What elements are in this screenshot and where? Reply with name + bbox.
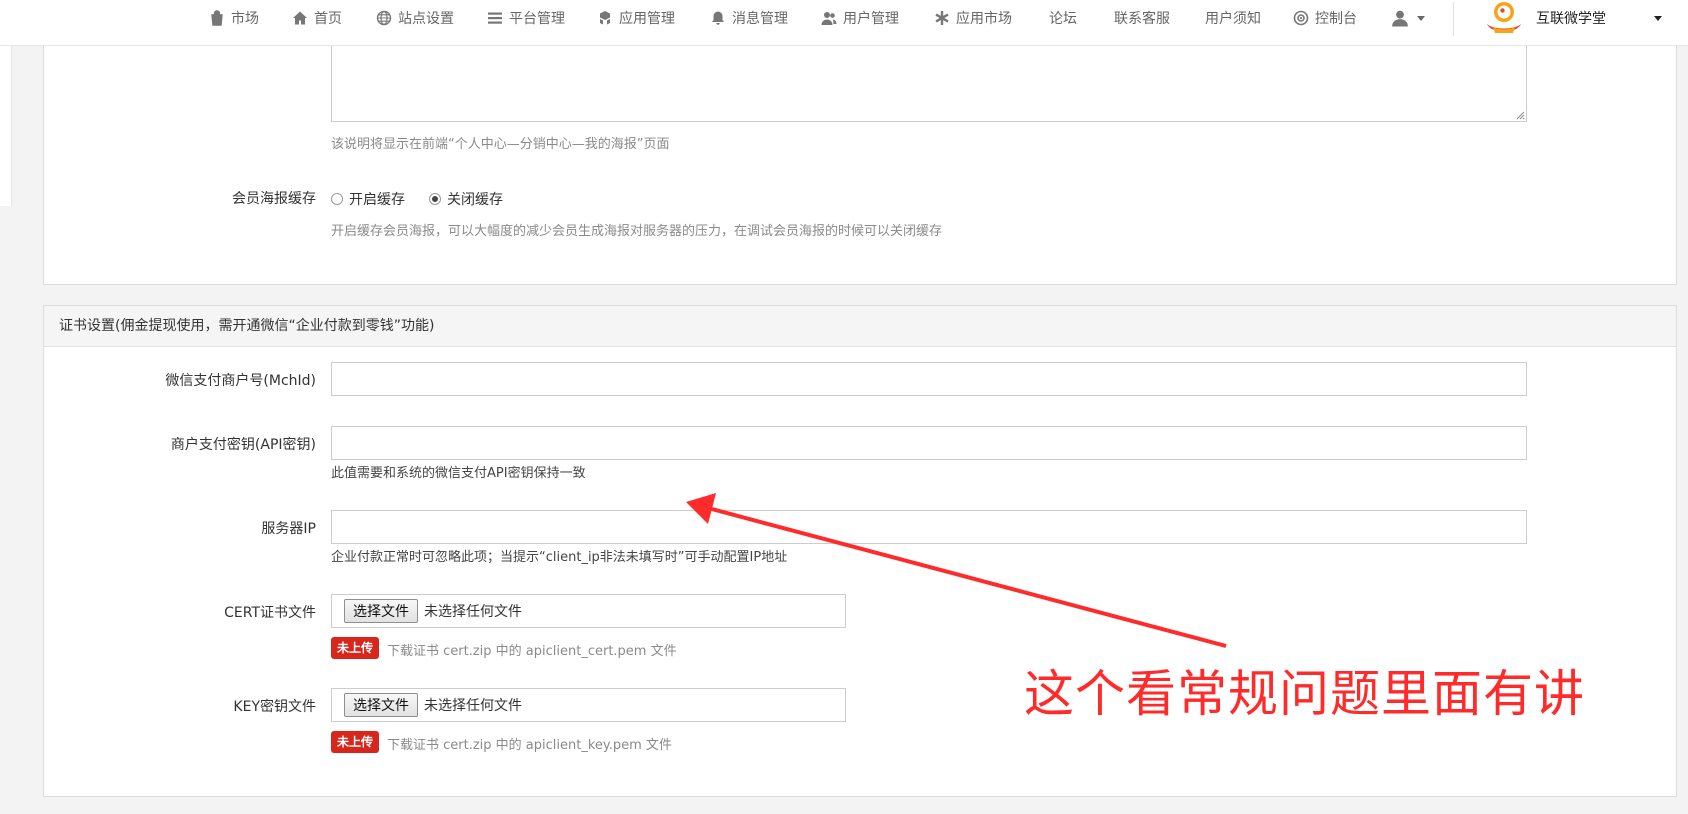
bag-icon <box>211 10 223 26</box>
nav-item-users[interactable]: 用户管理 <box>821 0 899 36</box>
apikey-input[interactable] <box>331 426 1527 460</box>
apikey-help: 此值需要和系统的微信支付API密钥保持一致 <box>331 466 586 481</box>
nav-item-label: 应用管理 <box>619 11 675 27</box>
nav-item-home[interactable]: 首页 <box>292 0 342 36</box>
dashboard-icon <box>1293 10 1309 26</box>
top-navbar: 市场 首页 站点设置 平台管理 应用管理 消息管理 用户管理 应用市场 论坛 联… <box>0 0 1688 46</box>
nav-item-label: 市场 <box>231 11 259 27</box>
poster-cache-help: 开启缓存会员海报，可以大幅度的减少会员生成海报对服务器的压力，在调试会员海报的时… <box>331 224 943 239</box>
sidebar-edge <box>0 46 12 206</box>
nav-item-label: 平台管理 <box>509 11 565 27</box>
panel-heading: 证书设置(佣金提现使用，需开通微信“企业付款到零钱”功能) <box>44 306 1676 347</box>
cubes-icon <box>600 11 610 25</box>
brand-name: 互联微学堂 <box>1536 11 1606 27</box>
resize-grip-icon[interactable] <box>1515 110 1525 120</box>
nav-item-support[interactable]: 联系客服 <box>1114 0 1170 36</box>
apikey-label: 商户支付密钥(API密钥) <box>170 437 316 453</box>
brand-logo-icon <box>1487 2 1521 33</box>
nav-item-label: 联系客服 <box>1114 11 1170 27</box>
cache-enable-radio[interactable]: 开启缓存 <box>331 189 405 209</box>
cert-file-help: 下载证书 cert.zip 中的 apiclient_cert.pem 文件 <box>387 644 677 659</box>
file-status-text: 未选择任何文件 <box>424 698 522 714</box>
nav-item-site-settings[interactable]: 站点设置 <box>376 0 454 36</box>
radio-icon <box>331 193 343 205</box>
nav-item-platform[interactable]: 平台管理 <box>487 0 565 36</box>
cache-disable-radio[interactable]: 关闭缓存 <box>429 189 503 209</box>
choose-file-button[interactable]: 选择文件 <box>344 599 418 623</box>
cert-file-label: CERT证书文件 <box>224 605 316 621</box>
user-icon <box>1392 10 1408 27</box>
poster-description-textarea[interactable] <box>331 46 1527 122</box>
radio-label: 开启缓存 <box>349 192 405 208</box>
cert-file-input[interactable]: 选择文件 未选择任何文件 <box>331 594 846 628</box>
file-status-text: 未选择任何文件 <box>424 604 522 620</box>
users-icon <box>821 12 837 25</box>
nav-item-label: 首页 <box>314 11 342 27</box>
radio-label: 关闭缓存 <box>447 192 503 208</box>
mchid-input[interactable] <box>331 362 1527 396</box>
page: 市场 首页 站点设置 平台管理 应用管理 消息管理 用户管理 应用市场 论坛 联… <box>0 0 1688 814</box>
nav-item-user-notice[interactable]: 用户须知 <box>1205 0 1261 36</box>
nav-item-label: 站点设置 <box>398 11 454 27</box>
nav-item-apps[interactable]: 应用管理 <box>597 0 675 36</box>
chevron-down-icon <box>1654 15 1662 21</box>
nav-item-label: 用户须知 <box>1205 11 1261 27</box>
server-ip-label: 服务器IP <box>261 521 316 537</box>
nav-item-app-market[interactable]: 应用市场 <box>934 0 1012 36</box>
annotation-text: 这个看常规问题里面有讲 <box>1024 665 1585 723</box>
server-ip-input[interactable] <box>331 510 1527 544</box>
nav-item-label: 应用市场 <box>956 11 1012 27</box>
not-uploaded-badge: 未上传 <box>331 731 380 753</box>
key-file-input[interactable]: 选择文件 未选择任何文件 <box>331 688 846 722</box>
radio-checked-icon <box>429 193 441 205</box>
asterisk-icon <box>935 11 949 25</box>
key-file-label: KEY密钥文件 <box>233 699 316 715</box>
home-icon <box>293 11 307 25</box>
mchid-label: 微信支付商户号(MchId) <box>165 373 316 389</box>
key-file-help: 下载证书 cert.zip 中的 apiclient_key.pem 文件 <box>387 738 672 753</box>
nav-item-market[interactable]: 市场 <box>209 0 259 36</box>
nav-item-label: 论坛 <box>1049 11 1077 27</box>
brand-account-menu[interactable]: 互联微学堂 <box>1484 0 1662 36</box>
nav-divider <box>1453 2 1454 36</box>
globe-icon <box>376 10 392 26</box>
poster-cache-label: 会员海报缓存 <box>232 191 316 207</box>
server-ip-help: 企业付款正常时可忽略此项；当提示“client_ip非法未填写时”可手动配置IP… <box>331 550 788 565</box>
menu-icon <box>488 12 502 24</box>
poster-description-help: 该说明将显示在前端“个人中心—分销中心—我的海报”页面 <box>331 137 670 152</box>
choose-file-button[interactable]: 选择文件 <box>344 693 418 717</box>
user-menu-toggle[interactable] <box>1391 0 1425 36</box>
nav-item-label: 用户管理 <box>843 11 899 27</box>
nav-item-console[interactable]: 控制台 <box>1293 0 1357 36</box>
page-gutter <box>1677 46 1688 814</box>
chevron-down-icon <box>1417 15 1425 21</box>
bell-icon <box>712 11 724 25</box>
nav-item-label: 控制台 <box>1315 11 1357 27</box>
nav-item-messages[interactable]: 消息管理 <box>710 0 788 36</box>
not-uploaded-badge: 未上传 <box>331 637 380 659</box>
nav-item-label: 消息管理 <box>732 11 788 27</box>
nav-item-forum[interactable]: 论坛 <box>1049 0 1077 36</box>
